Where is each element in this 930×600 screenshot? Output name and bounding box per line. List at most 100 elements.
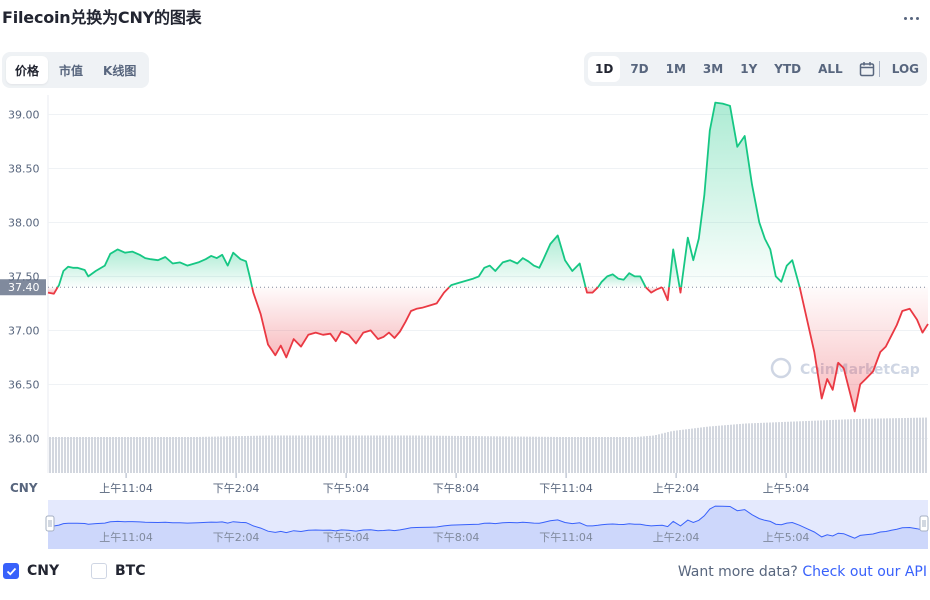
btc-checkbox[interactable] xyxy=(91,563,107,579)
x-axis: CNY 上午11:04 下午2:04 下午5:04 下午8:04 下午11:04 上午2:0… xyxy=(10,473,809,495)
volume-bar xyxy=(652,435,654,473)
volume-bar xyxy=(718,425,720,473)
legend-btc[interactable]: BTC xyxy=(91,563,146,579)
volume-bar xyxy=(538,436,540,473)
volume-bar xyxy=(562,437,564,473)
volume-bar xyxy=(895,418,897,473)
volume-bar xyxy=(586,437,588,473)
volume-bar xyxy=(577,437,579,473)
log-scale-button[interactable]: LOG xyxy=(888,62,923,76)
volume-bar xyxy=(130,437,132,473)
volume-bar xyxy=(151,437,153,473)
volume-bar xyxy=(412,435,414,473)
volume-bar xyxy=(331,435,333,473)
volume-bar xyxy=(544,436,546,473)
tab-market-cap[interactable]: 市值 xyxy=(50,56,92,84)
range-1m-button[interactable]: 1M xyxy=(659,56,693,82)
volume-bar xyxy=(793,421,795,473)
volume-bar xyxy=(88,437,90,473)
volume-bar xyxy=(247,435,249,473)
api-prompt-text: Want more data? xyxy=(677,564,798,580)
volume-bar xyxy=(475,436,477,473)
volume-bar xyxy=(868,418,870,473)
y-tick-label: 39.00 xyxy=(8,108,40,121)
volume-bar xyxy=(235,436,237,473)
more-options-button[interactable] xyxy=(897,6,925,30)
range-ytd-button[interactable]: YTD xyxy=(767,56,808,82)
volume-bar xyxy=(565,437,567,473)
y-tick-label: 37.00 xyxy=(8,324,40,337)
range-3m-button[interactable]: 3M xyxy=(696,56,730,82)
volume-bar xyxy=(505,436,507,473)
price-chart[interactable]: CoinMarketCap 37.40 39.0038.5038.0037.50… xyxy=(0,95,930,555)
volume-bar xyxy=(478,436,480,473)
api-link[interactable]: Check out our API xyxy=(802,564,927,580)
volume-bar xyxy=(370,435,372,473)
tab-candlestick[interactable]: K线图 xyxy=(94,56,145,84)
y-tick-label: 38.50 xyxy=(8,162,40,175)
volume-bar xyxy=(373,435,375,473)
calendar-icon[interactable] xyxy=(859,56,875,82)
volume-bar xyxy=(517,436,519,473)
navigator-handle[interactable] xyxy=(919,515,929,532)
volume-bar xyxy=(727,424,729,473)
volume-bar xyxy=(832,419,834,473)
volume-bar xyxy=(607,437,609,473)
range-all-button[interactable]: ALL xyxy=(811,56,850,82)
range-1y-button[interactable]: 1Y xyxy=(733,56,764,82)
volume-bar xyxy=(436,435,438,473)
volume-bar xyxy=(922,417,924,473)
volume-bar xyxy=(883,418,885,473)
volume-bar xyxy=(106,437,108,473)
volume-bar xyxy=(499,436,501,473)
volume-bar xyxy=(58,437,60,473)
volume-bar xyxy=(241,436,243,473)
volume-bar xyxy=(712,426,714,473)
volume-bar xyxy=(448,435,450,473)
volume-bar xyxy=(457,435,459,473)
volume-bar xyxy=(862,418,864,473)
volume-bar xyxy=(781,422,783,473)
volume-bar xyxy=(211,436,213,473)
volume-bar xyxy=(682,429,684,473)
cny-checkbox[interactable] xyxy=(3,563,19,579)
volume-bar xyxy=(685,429,687,473)
navigator-handle[interactable] xyxy=(45,515,55,532)
tab-price[interactable]: 价格 xyxy=(6,56,49,84)
volume-bar xyxy=(730,424,732,473)
volume-bar xyxy=(115,437,117,473)
volume-bar xyxy=(85,437,87,473)
volume-bar xyxy=(799,421,801,473)
volume-bar xyxy=(289,435,291,473)
volume-bar xyxy=(265,435,267,473)
volume-bar xyxy=(355,435,357,473)
price-line-down xyxy=(678,287,683,294)
volume-bar xyxy=(694,428,696,473)
volume-bar xyxy=(769,422,771,473)
range-7d-button[interactable]: 7D xyxy=(623,56,655,82)
legend-cny[interactable]: CNY xyxy=(3,563,59,579)
volume-bar xyxy=(784,421,786,473)
volume-bar xyxy=(796,421,798,473)
volume-bar xyxy=(397,435,399,473)
volume-bar xyxy=(838,419,840,473)
volume-bar xyxy=(805,421,807,473)
page-title: Filecoin兑换为CNY的图表 xyxy=(2,8,202,27)
volume-bar xyxy=(916,417,918,473)
volume-bar xyxy=(280,435,282,473)
more-dot-icon xyxy=(909,16,913,20)
volume-bar xyxy=(901,418,903,473)
volume-bar xyxy=(253,435,255,473)
api-prompt: Want more data? Check out our API xyxy=(678,564,927,580)
volume-bar xyxy=(910,417,912,473)
volume-bar xyxy=(361,435,363,473)
volume-bar xyxy=(382,435,384,473)
range-navigator[interactable]: 上午11:04 下午2:04 下午5:04 下午8:04 下午11:04 上午2:04 上午… xyxy=(45,500,929,549)
range-1d-button[interactable]: 1D xyxy=(588,56,621,82)
volume-bar xyxy=(103,437,105,473)
volume-bar xyxy=(391,435,393,473)
volume-bar xyxy=(643,436,645,473)
volume-bar xyxy=(184,437,186,473)
volume-bar xyxy=(157,437,159,473)
volume-bar xyxy=(760,422,762,473)
